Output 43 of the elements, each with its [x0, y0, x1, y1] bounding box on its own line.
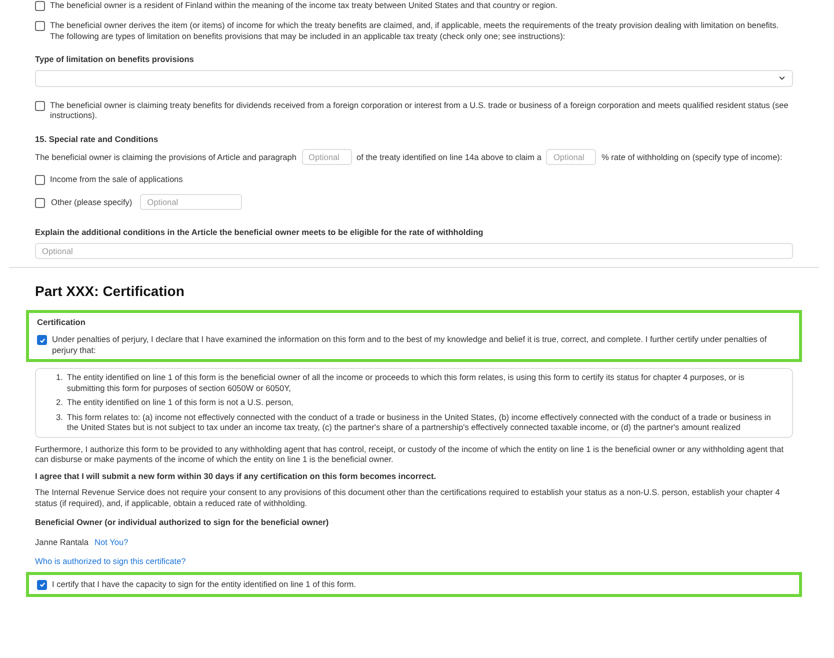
field-label: Explain the additional conditions in the Article the beneficial owner meets to be eligible for the rate of withholding	[35, 227, 484, 238]
checkmark-icon	[38, 581, 46, 588]
checkbox[interactable]	[37, 335, 47, 345]
checkbox[interactable]	[35, 198, 45, 208]
field-label: Certification	[37, 316, 86, 327]
not-you-link[interactable]: Not You?	[94, 536, 128, 547]
field-label: Type of limitation on benefits provisions	[35, 54, 195, 64]
paragraph: I agree that I will submit a new form within 30 days if any certification on this form becomes incorrect.	[35, 470, 438, 481]
checkbox[interactable]	[35, 175, 45, 185]
sentence-text: The beneficial owner is claiming the provisions of Article and paragraph	[35, 151, 296, 162]
checkbox-label: The beneficial owner is claiming treaty benefits for dividends received from a foreign corporation or interest from a U.S. trade or business of a foreign corporation and meets qualified resident status (see instructions).	[50, 100, 790, 120]
checkbox[interactable]	[37, 580, 47, 590]
section-heading: 15. Special rate and Conditions	[35, 134, 160, 144]
checkbox-label: Other (please specify)	[51, 196, 132, 208]
checkbox-label: Under penalties of perjury, I declare that I have examined the information on this form and to the best of my knowledge and belief it is true, correct, and complete. I further certify under penalties of perjury that:	[52, 334, 768, 355]
input-field[interactable]: Optional	[35, 242, 793, 258]
input-field[interactable]: Optional	[302, 149, 352, 165]
checkbox[interactable]	[35, 21, 45, 31]
checkmark-icon	[38, 336, 46, 344]
checkbox-label: The beneficial owner derives the item (or items) of income for which the treaty benefits are claimed, and, if applicable, meets the requirements of the treaty provision dealing with limitation on benefits. The following are types of limitation on benefits provisions that may be included in an applicable tax treaty (check only one; see instructions):	[50, 20, 780, 41]
sentence-text: % rate of withholding on (specify type of income):	[601, 151, 784, 162]
statement-text: The entity identified on line 1 of this form is not a U.S. person,	[66, 397, 294, 408]
list-number: 1.	[56, 372, 63, 384]
list-number: 3.	[56, 412, 63, 424]
paragraph: The Internal Revenue Service does not require your consent to any provisions of this document other than the certifications required to establish your status as a non-U.S. person, establish your chapter 4 status (if required), and, if applicable, obtain a reduced rate of withholding.	[35, 487, 781, 508]
checkbox-label: The beneficial owner is a resident of Finland within the meaning of the income tax treaty between United States and that country or region.	[50, 0, 558, 10]
field-label: Beneficial Owner (or individual authorized to sign for the beneficial owner)	[35, 517, 330, 528]
input-field[interactable]: Optional	[546, 149, 596, 165]
section-title: Part XXX: Certification	[35, 282, 186, 300]
authorization-link[interactable]: Who is authorized to sign this certificate?	[35, 556, 186, 566]
input-field[interactable]: Optional	[140, 194, 242, 210]
checkbox-label: I certify that I have the capacity to sign for the entity identified on line 1 of this form.	[52, 578, 356, 589]
checkbox[interactable]	[35, 1, 45, 11]
statement-text: This form relates to: (a) income not effectively connected with the conduct of a trade or business in the United States, (b) income effectively connected with the conduct of a trade or business in the United States but is not subject to tax under an income tax treaty, (c) the partner's share of a partnership's effectively connected taxable income, or (d) the partner's amount realized	[66, 412, 772, 432]
dropdown-field[interactable]	[35, 70, 793, 86]
checkbox-label: Income from the sale of applications	[50, 174, 183, 184]
chevron-down-icon	[778, 74, 786, 82]
paragraph: Furthermore, I authorize this form to be provided to any withholding agent that has control, receipt, or custody of the income of which the entity on line 1 is the beneficial owner or any withholding agent that can disburse or make payments of the income of which the entity on line 1 is the beneficial owner.	[35, 444, 785, 464]
checkbox[interactable]	[35, 100, 45, 110]
owner-name: Janne Rantala	[35, 536, 89, 547]
sentence-text: of the treaty identified on line 14a above to claim a	[356, 151, 542, 162]
list-number: 2.	[56, 397, 63, 408]
statement-text: The entity identified on line 1 of this form is the beneficial owner of all the income or proceeds to which this form relates, is using this form to certify its status for chapter 4 purposes, or is submitting this form for purposes of section 6050W or 6050Y,	[66, 372, 746, 393]
